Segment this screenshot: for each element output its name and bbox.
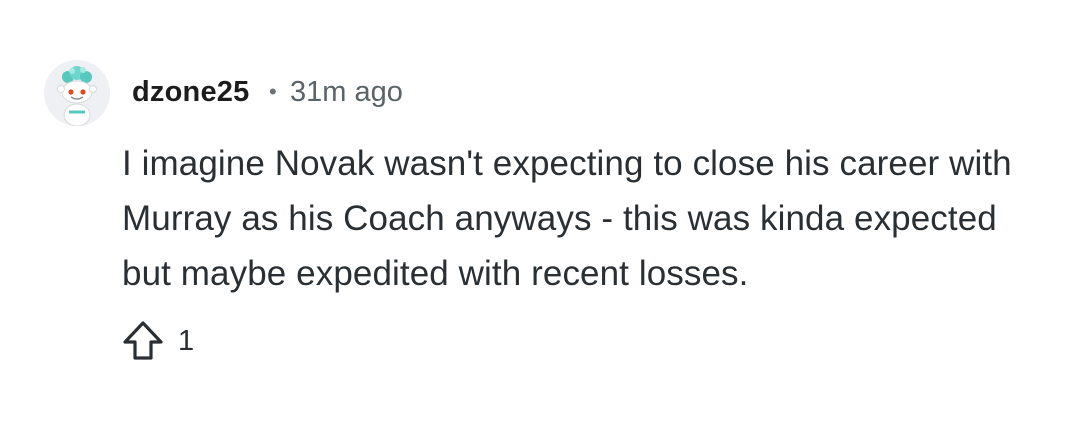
comment: dzone25 • 31m ago I imagine Novak wasn't… xyxy=(0,0,1080,437)
meta-separator: • xyxy=(269,79,277,104)
snoo-avatar-icon xyxy=(44,60,110,126)
comment-body: I imagine Novak wasn't expecting to clos… xyxy=(122,144,1012,293)
upvote-arrow-icon[interactable] xyxy=(120,318,166,364)
author-username[interactable]: dzone25 xyxy=(132,74,249,110)
avatar[interactable] xyxy=(44,60,110,126)
comment-timestamp: 31m ago xyxy=(290,76,403,108)
vote-count: 1 xyxy=(178,325,195,357)
vote-bar: 1 xyxy=(120,316,194,366)
